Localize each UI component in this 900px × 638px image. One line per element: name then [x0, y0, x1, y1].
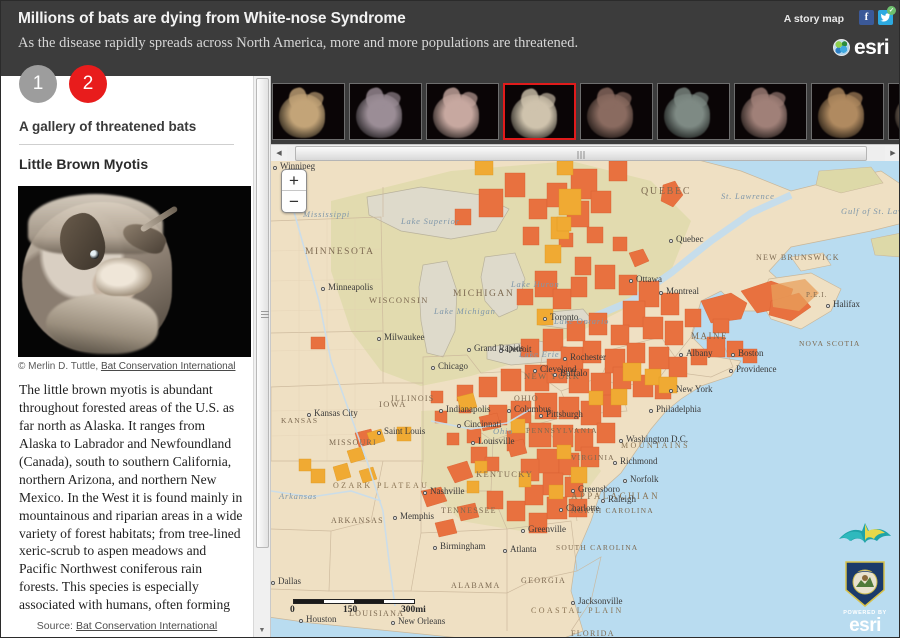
thumbnail-scroll-track[interactable] — [287, 146, 885, 161]
scale-label-mid: 150 — [343, 605, 357, 615]
gallery-heading: A gallery of threatened bats — [19, 119, 196, 134]
scale-bar-segments — [293, 599, 415, 604]
scale-label-start: 0 — [290, 605, 295, 615]
esri-globe-icon — [833, 39, 850, 56]
esri-wordmark: esri — [854, 37, 889, 58]
tab-section-1[interactable]: 1 — [19, 65, 57, 103]
scale-label-end: 300mi — [401, 605, 426, 615]
sidebar-panel: A gallery of threatened bats Little Brow… — [1, 76, 271, 638]
thumbnail-3[interactable] — [426, 83, 499, 140]
thumbnail-1[interactable] — [272, 83, 345, 140]
scale-bar-labels: 0 150 300mi — [293, 605, 415, 617]
map-logo-stack: POWERED BY esri — [837, 516, 893, 635]
map-scale-bar: 0 150 300mi — [293, 599, 415, 617]
photo-credit: © Merlin D. Tuttle, Bat Conservation Int… — [18, 361, 235, 372]
sidebar-divider — [19, 144, 234, 145]
scale-segment — [324, 600, 354, 603]
photo-bat-eye — [90, 250, 99, 259]
thumbnail-scrollbar-grip-icon — [578, 151, 585, 159]
thumbnail-gallery: ◀ ▶ — [271, 76, 900, 161]
thumbnail-6[interactable] — [657, 83, 730, 140]
species-description: The little brown myotis is abundant thro… — [19, 381, 243, 638]
photo-credit-link[interactable]: Bat Conservation International — [101, 361, 236, 372]
tab-section-2[interactable]: 2 — [69, 65, 107, 103]
esri-wordmark-footer: esri — [849, 616, 881, 635]
pennsylvania-game-commission-seal-icon — [844, 560, 886, 608]
facebook-icon[interactable]: f — [859, 10, 874, 25]
thumbnail-scroll-right-icon[interactable]: ▶ — [885, 145, 900, 161]
app-header: Millions of bats are dying from White-no… — [1, 1, 900, 76]
scale-segment — [294, 600, 324, 603]
map-canvas — [271, 161, 900, 638]
thumbnail-scrollbar[interactable]: ◀ ▶ — [271, 144, 900, 161]
verified-badge-icon: ✓ — [887, 6, 896, 15]
sidebar-scrollbar[interactable]: ▼ — [253, 76, 270, 638]
source-link[interactable]: Bat Conservation International — [76, 620, 217, 632]
thumbnail-8[interactable] — [811, 83, 884, 140]
bat-conservation-logo-icon — [837, 516, 893, 558]
page-subtitle: As the disease rapidly spreads across No… — [18, 35, 578, 52]
source-footer: Source: Bat Conservation International — [1, 613, 253, 638]
species-photo — [18, 186, 251, 357]
social-links: f ✓ — [859, 10, 893, 25]
thumbnail-bat-head — [895, 94, 900, 138]
sidebar-scroll-down-icon[interactable]: ▼ — [254, 622, 270, 638]
thumbnail-5[interactable] — [580, 83, 653, 140]
thumbnail-scroll-left-icon[interactable]: ◀ — [271, 145, 287, 161]
thumbnail-2[interactable] — [349, 83, 422, 140]
map-viewport[interactable]: MINNESOTAWISCONSINMICHIGANIOWAILLINOISMI… — [271, 161, 900, 638]
sidebar-scrollbar-thumb[interactable] — [256, 78, 269, 548]
photo-credit-text: © Merlin D. Tuttle, — [18, 361, 98, 372]
thumbnail-7[interactable] — [734, 83, 807, 140]
thumbnail-4[interactable] — [503, 83, 576, 140]
species-title: Little Brown Myotis — [19, 156, 148, 172]
thumbnail-scrollbar-thumb[interactable] — [295, 146, 867, 161]
section-tabs: 1 2 — [19, 65, 107, 103]
story-map-label: A story map — [784, 13, 844, 25]
page-title: Millions of bats are dying from White-no… — [18, 10, 406, 28]
zoom-out-button[interactable]: − — [282, 191, 306, 212]
zoom-in-button[interactable]: + — [282, 170, 306, 191]
photo-bat-chin — [46, 294, 158, 354]
sidebar-content: A gallery of threatened bats Little Brow… — [1, 76, 253, 638]
scale-segment — [384, 600, 414, 603]
twitter-icon[interactable]: ✓ — [878, 10, 893, 25]
thumbnail-9[interactable] — [888, 83, 900, 140]
thumbnail-row — [272, 83, 900, 140]
esri-logo-header: esri — [833, 37, 889, 58]
source-label: Source: — [37, 620, 73, 632]
story-map-app: Millions of bats are dying from White-no… — [0, 0, 900, 638]
map-zoom-control[interactable]: + − — [281, 169, 307, 213]
scrollbar-grip-icon — [261, 311, 269, 318]
scale-segment — [354, 600, 384, 603]
